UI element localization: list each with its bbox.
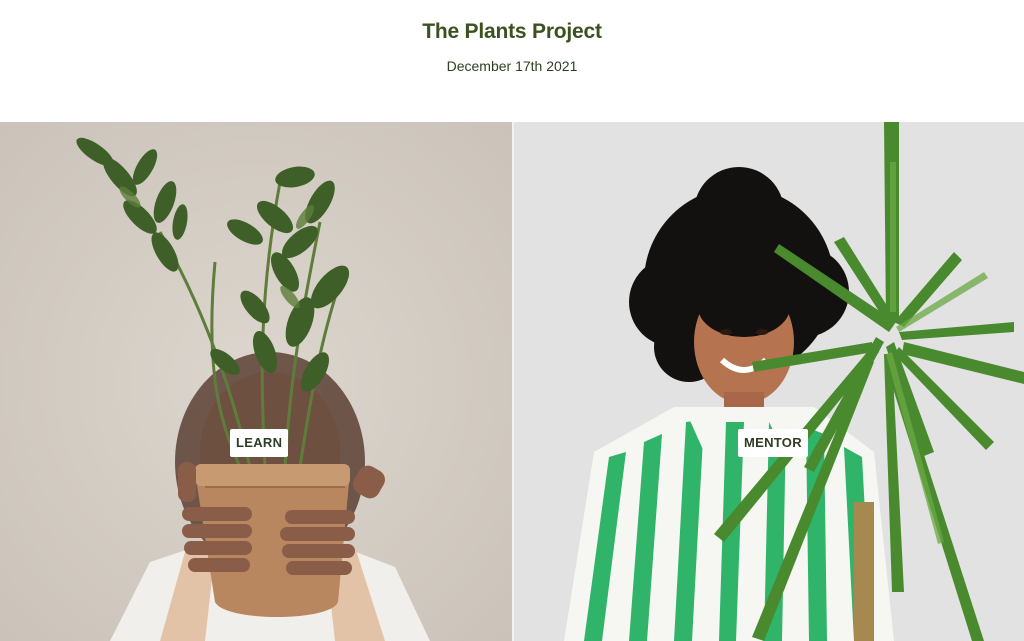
site-header: The Plants Project December 17th 2021 <box>0 0 1024 122</box>
mentor-panel[interactable]: MENTOR <box>512 122 1024 641</box>
event-date: December 17th 2021 <box>446 58 578 74</box>
hero-panels: LEARN MENTOR <box>0 122 1024 641</box>
learn-button[interactable]: LEARN <box>230 429 289 457</box>
mentor-button[interactable]: MENTOR <box>738 429 808 457</box>
learn-panel[interactable]: LEARN <box>0 122 512 641</box>
woman-with-plant-photo <box>514 122 1024 641</box>
potted-plant-photo <box>0 122 512 641</box>
site-title: The Plants Project <box>422 20 602 43</box>
